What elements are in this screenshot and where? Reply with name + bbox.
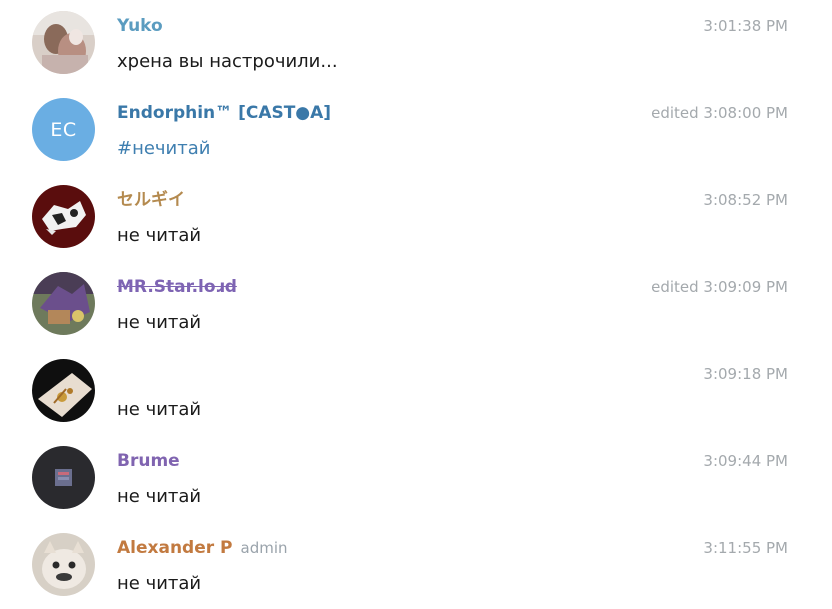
message-timestamp: edited 3:08:00 PM [651,104,788,122]
message-header: Yuko [117,16,163,36]
message-timestamp: edited 3:09:09 PM [651,278,788,296]
chat-history: Yuko 3:01:38 PM хрена вы настрочили... E… [0,0,832,609]
avatar-photo-icon [32,533,95,596]
message-header: Endorphin™ [CAST●A] [117,103,331,123]
sender-name[interactable]: Endorphin™ [CAST●A] [117,103,331,123]
message-header: セルギイ [117,190,185,210]
message-text: не читай [117,225,202,246]
message-text: не читай [117,486,202,507]
avatar[interactable] [32,446,95,509]
message-header: Alexander P admin [117,538,288,558]
avatar-photo-icon [32,446,95,509]
avatar[interactable] [32,359,95,422]
avatar[interactable] [32,11,95,74]
admin-badge: admin [240,539,288,557]
message-item: MR.Star.loɹd edited 3:09:09 PM не читай [0,261,832,348]
message-item: EC Endorphin™ [CAST●A] edited 3:08:00 PM… [0,87,832,174]
sender-name[interactable]: Brume [117,451,180,471]
avatar-photo-icon [32,11,95,74]
sender-name[interactable]: Alexander P [117,538,233,558]
sender-name[interactable]: MR.Star.loɹd [117,277,237,297]
sender-name[interactable]: Yuko [117,16,163,36]
hashtag-link[interactable]: #нечитай [117,138,210,160]
message-timestamp: 3:01:38 PM [703,17,788,35]
message-timestamp: 3:11:55 PM [703,539,788,557]
message-text: хрена вы настрочили... [117,51,338,72]
message-timestamp: 3:08:52 PM [703,191,788,209]
message-header: MR.Star.loɹd [117,277,237,297]
message-timestamp: 3:09:18 PM [703,365,788,383]
message-item: Brume 3:09:44 PM не читай [0,435,832,522]
message-item: Yuko 3:01:38 PM хрена вы настрочили... [0,0,832,87]
avatar-photo-icon [32,185,95,248]
message-text: не читай [117,399,202,420]
message-timestamp: 3:09:44 PM [703,452,788,470]
message-text: не читай [117,573,202,594]
message-item: Alexander P admin 3:11:55 PM не читай [0,522,832,609]
message-header: Brume [117,451,180,471]
avatar[interactable]: EC [32,98,95,161]
avatar-initials: EC [50,118,77,141]
avatar-photo-icon [32,272,95,335]
message-text: не читай [117,312,202,333]
message-item: 3:09:18 PM не читай [0,348,832,435]
avatar[interactable] [32,185,95,248]
message-item: セルギイ 3:08:52 PM не читай [0,174,832,261]
avatar[interactable] [32,533,95,596]
sender-name[interactable]: セルギイ [117,190,185,210]
avatar-photo-icon [32,359,95,422]
avatar[interactable] [32,272,95,335]
